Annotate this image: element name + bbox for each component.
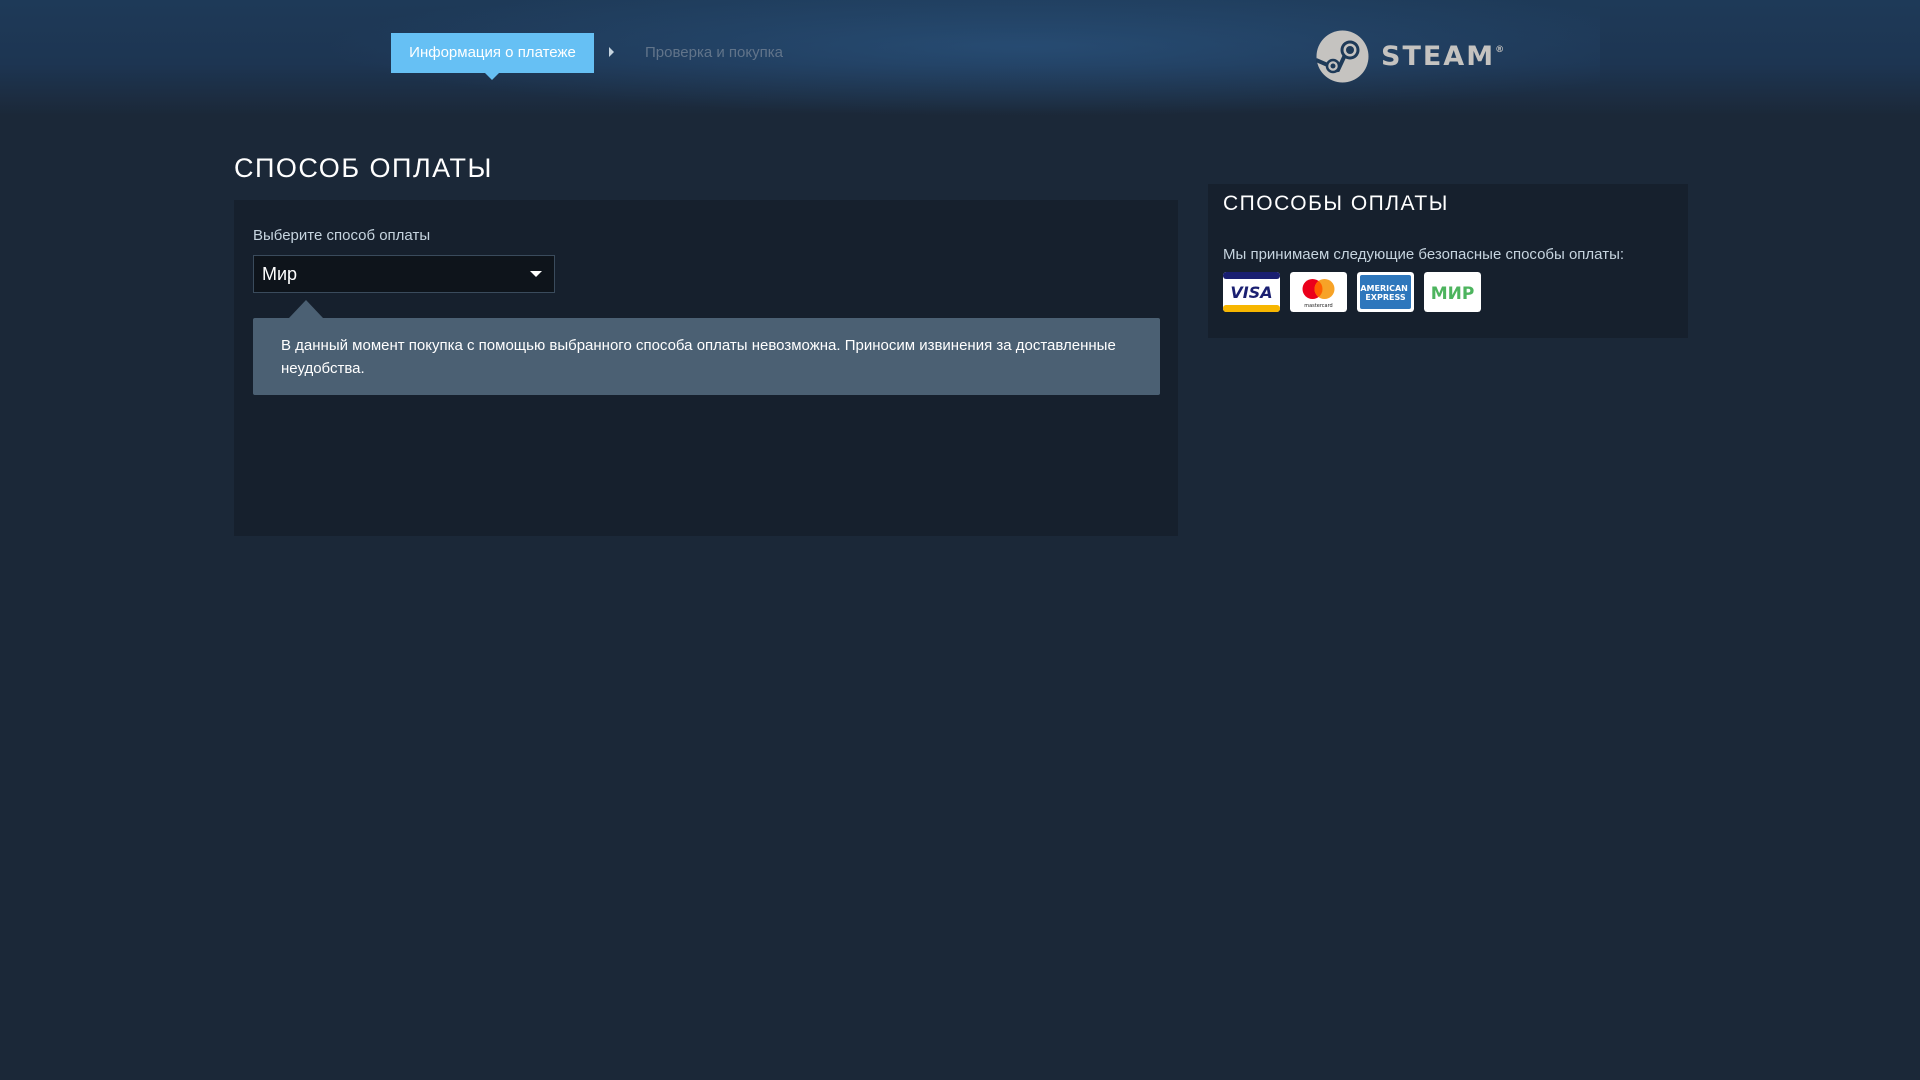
accepted-methods-title: СПОСОБЫ ОПЛАТЫ (1223, 192, 1449, 215)
mir-card-icon: МИР (1424, 272, 1481, 312)
notice-pointer-icon (289, 300, 323, 318)
steam-wordmark-text: STEAM (1381, 40, 1496, 72)
steam-logo[interactable]: STEAM® (1316, 28, 1504, 84)
visa-logo-text: VISA (1230, 283, 1272, 302)
chevron-down-icon (530, 271, 542, 277)
mastercard-logo-text: mastercard (1304, 303, 1332, 309)
unavailable-notice: В данный момент покупка с помощью выбран… (253, 318, 1160, 395)
payment-method-selected-value: Мир (262, 264, 298, 284)
step-pointer-icon (485, 73, 499, 80)
accepted-methods-description: Мы принимаем следующие безопасные способ… (1223, 246, 1625, 263)
amex-logo-text: AMERICAN EXPRESS (1360, 284, 1410, 302)
amex-card-icon: AMERICAN EXPRESS (1357, 272, 1414, 312)
mir-logo-text: МИР (1431, 284, 1475, 304)
page-title: СПОСОБ ОПЛАТЫ (234, 153, 493, 183)
registered-mark: ® (1495, 44, 1505, 55)
payment-method-label: Выберите способ оплаты (253, 227, 431, 244)
steam-logo-icon (1316, 30, 1369, 82)
payment-method-panel: Выберите способ оплаты Мир В данный моме… (234, 200, 1178, 536)
accepted-methods-panel: СПОСОБЫ ОПЛАТЫ Мы принимаем следующие бе… (1208, 184, 1688, 338)
step-payment-info[interactable]: Информация о платеже (391, 33, 594, 80)
chevron-right-icon (609, 47, 614, 57)
step-review-purchase: Проверка и покупка (645, 33, 783, 73)
step-review-purchase-label: Проверка и покупка (645, 44, 783, 61)
header-band: Информация о платеже Проверка и покупка … (0, 0, 1920, 116)
unavailable-notice-text: В данный момент покупка с помощью выбран… (281, 337, 1116, 377)
visa-card-icon: VISA (1223, 272, 1280, 312)
step-payment-info-label: Информация о платеже (409, 44, 576, 61)
payment-method-select[interactable]: Мир (253, 255, 555, 293)
mastercard-card-icon: mastercard (1290, 272, 1347, 312)
checkout-page: Информация о платеже Проверка и покупка … (0, 0, 1920, 1080)
steam-wordmark: STEAM® (1381, 41, 1504, 72)
card-logos: VISA mastercard AMERICAN EXPRESS МИР (1223, 272, 1481, 312)
